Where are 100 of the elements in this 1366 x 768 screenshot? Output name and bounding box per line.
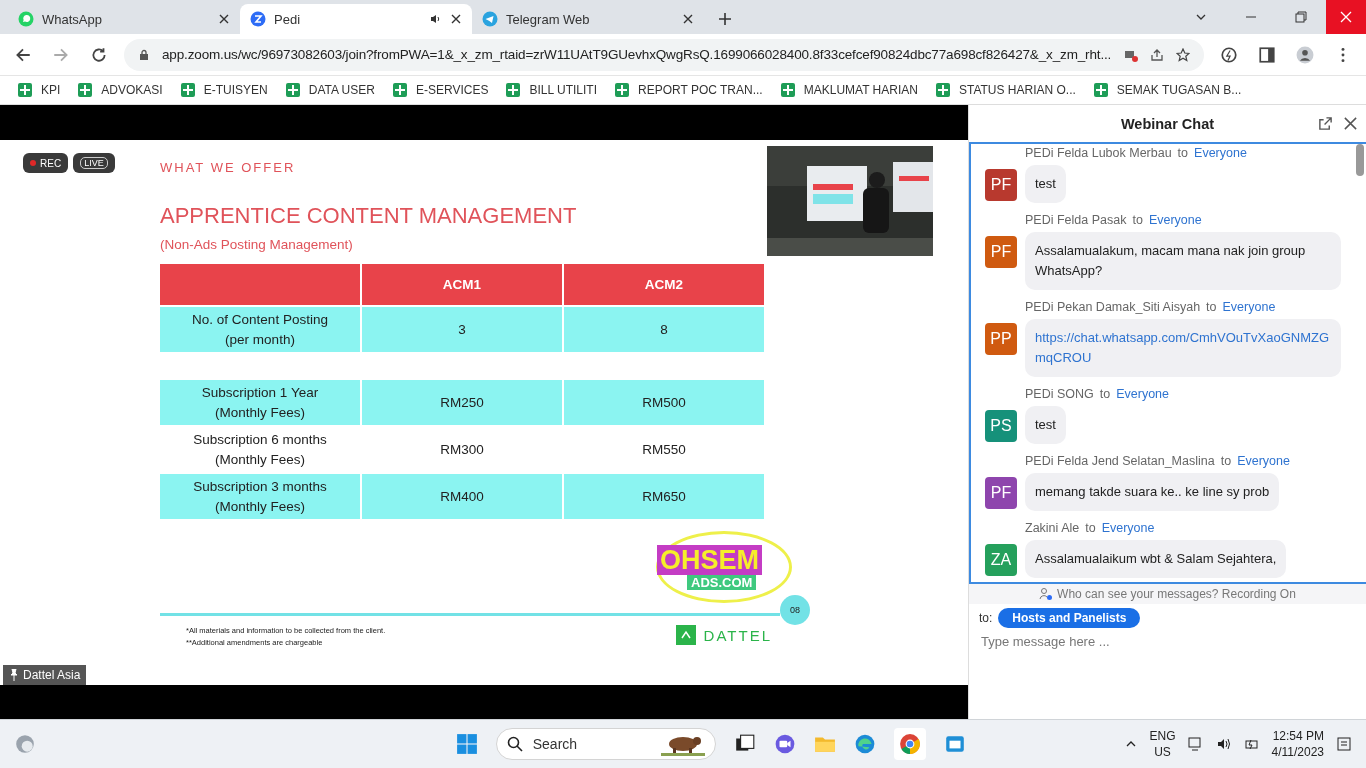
to-label: to [1132,213,1143,227]
clock-date[interactable]: 4/11/2023 [1271,744,1324,760]
bookmark[interactable]: E-SERVICES [392,83,489,97]
new-tab-icon[interactable] [718,12,732,26]
close-icon [1339,10,1353,24]
table-cell: RM500 [564,380,764,425]
avatar: PF [985,477,1017,509]
bookmark[interactable]: KPI [18,83,61,97]
bookmark[interactable]: REPORT POC TRAN... [615,83,763,97]
slide-eyebrow: WHAT WE OFFER [160,160,297,175]
restore-icon[interactable] [1294,10,1308,24]
sheet-icon [285,83,300,97]
bookmark[interactable]: ADVOKASI [78,83,163,97]
tab-title: WhatsApp [42,11,103,27]
message-text: test [1035,176,1056,191]
bookmark[interactable]: E-TUISYEN [180,83,268,97]
lock-icon [138,48,150,61]
avatar: PP [985,323,1017,355]
recipient-link[interactable]: Everyone [1222,300,1276,314]
search-icon [506,736,523,752]
clock-time[interactable]: 12:54 PM [1272,728,1324,744]
region-label[interactable]: US [1154,744,1171,760]
windows-start-icon[interactable] [455,733,478,755]
video-chat-icon[interactable] [773,733,796,755]
address-bar[interactable]: app.zoom.us/wc/96973082603/join?fromPWA=1&_x_zm_rtaid=zrW11UAtT9GUevhxQwgRsQ.1699066028400.8f33cefcef90824dbc77a698cf826427&_x_zm_rht... [124,38,1204,71]
recipient-link[interactable]: Everyone [1194,146,1247,160]
side-panel-icon[interactable] [1258,45,1276,64]
network-icon[interactable] [1187,736,1204,752]
taskbar-search[interactable]: Search [495,728,716,760]
recipient-link[interactable]: Everyone [1116,387,1169,401]
bookmark[interactable]: DATA USER [285,83,375,97]
z-logo-icon [250,11,266,27]
chrome-icon[interactable] [893,728,926,760]
browser-tab[interactable]: Pedi [240,4,472,34]
notification-icon[interactable] [1336,736,1352,752]
close-icon[interactable] [450,13,462,25]
speaker-label: Dattel Asia [3,665,87,685]
privacy-notice[interactable]: Who can see your messages? Recording On [969,584,1366,604]
star-icon[interactable] [1176,47,1190,62]
extension-icon[interactable] [1220,45,1238,64]
sheet-icon [180,83,195,97]
to-label: to [1206,300,1217,314]
message-text: test [1035,417,1056,432]
chat-bubble-icon [18,11,34,27]
close-icon[interactable] [1343,116,1358,131]
to-label: to [1220,454,1232,468]
recipient-button[interactable]: Hosts and Panelists [998,608,1141,628]
message-text: memang takde suara ke.. ke line sy prob [1035,484,1270,499]
scrollbar-thumb[interactable] [1356,144,1364,176]
bookmark[interactable]: MAKLUMAT HARIAN [780,83,918,97]
table-cell: RM650 [564,474,764,519]
message-link[interactable]: https://chat.whatsapp.com/CmhVOuTvXaoGNMZGmqCROU [1035,328,1331,368]
close-icon[interactable] [218,13,230,25]
recipient-link[interactable]: Everyone [1148,213,1202,227]
sender-name: Zakini Ale [1025,521,1080,535]
bookmark[interactable]: BILL UTILITI [506,83,597,97]
pop-out-icon[interactable] [1318,116,1333,131]
share-icon[interactable] [1150,47,1164,62]
paper-plane-icon [482,11,498,27]
message-text: Assalamualakum, macam mana nak join group WhatsApp? [1035,243,1306,278]
speaker-icon[interactable] [430,13,442,25]
edge-browser-icon[interactable] [853,733,876,755]
message-text: Assalamualaikum wbt & Salam Sejahtera, [1035,551,1277,566]
sender-name: PEDi Felda Lubok Merbau [1025,146,1172,160]
sheet-icon [615,83,629,97]
sheet-icon [935,83,950,97]
table-cell: RM400 [362,474,562,519]
recipient-link[interactable]: Everyone [1237,454,1290,468]
table-header-cell: ACM2 [564,264,764,305]
avatar: PF [985,236,1017,268]
recipient-link[interactable]: Everyone [1101,521,1155,535]
table-header-cell: ACM1 [362,264,562,305]
close-icon[interactable] [682,13,694,25]
language-label[interactable]: ENG [1149,728,1176,744]
sheet-icon [506,83,521,97]
bookmark[interactable]: SEMAK TUGASAN B... [1093,83,1242,97]
person-icon [1039,587,1054,601]
volume-icon[interactable] [1215,736,1232,752]
table-cell: No. of Content Posting (per month) [160,307,360,352]
dattel-logo: DATTEL [675,625,772,645]
chat-title: Webinar Chat [1120,115,1215,132]
table-cell: Subscription 3 months (Monthly Fees) [160,474,360,519]
sheet-icon [392,83,407,97]
pin-icon [9,669,19,681]
ohsem-logo: OHSEM ADS.COM [656,531,792,603]
sheet-icon [78,83,93,97]
browser-tab[interactable]: Telegram Web [472,4,704,34]
avatar: PS [985,410,1017,442]
to-label: to [1099,387,1111,401]
reload-icon[interactable] [90,45,108,64]
profile-icon[interactable] [1296,45,1314,64]
desktop-app-icon[interactable] [943,733,966,755]
bookmark[interactable]: STATUS HARIAN O... [935,83,1076,97]
avatar: PF [985,169,1017,201]
avatar: ZA [985,544,1017,576]
sheet-icon [18,83,32,97]
table-cell: 3 [362,307,562,352]
sender-name: PEDi Felda Pasak [1025,213,1127,227]
browser-tab[interactable]: WhatsApp [8,4,240,34]
page-number: 08 [780,595,810,625]
